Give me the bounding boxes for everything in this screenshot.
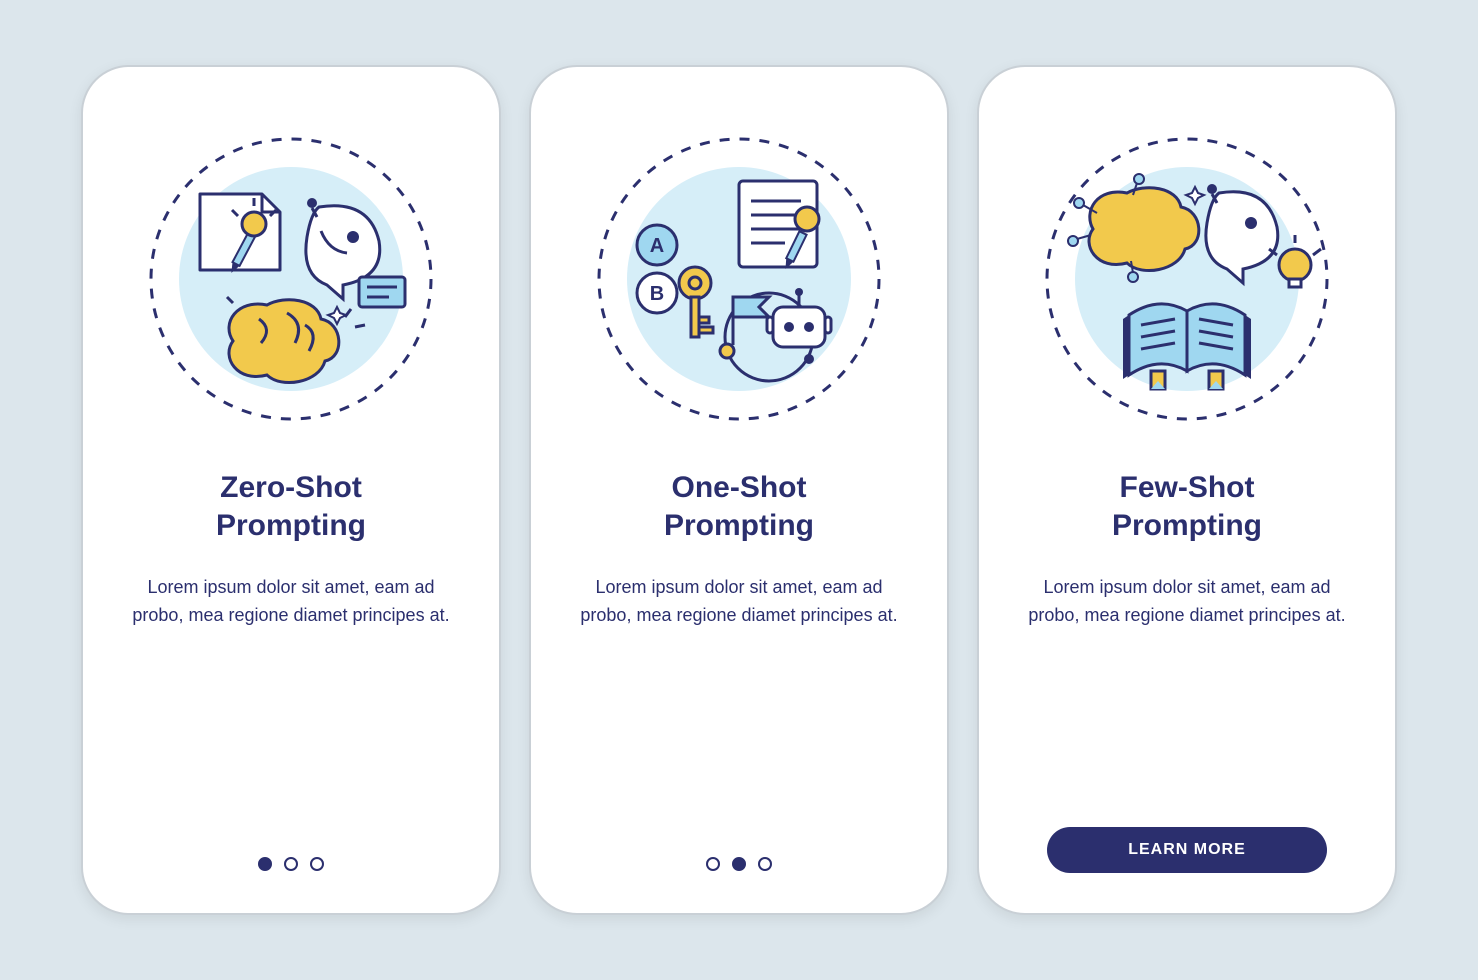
onboarding-screen-3: Few-Shot Prompting Lorem ipsum dolor sit… [977,65,1397,915]
screen-description: Lorem ipsum dolor sit amet, eam ad probo… [1027,574,1347,630]
illustration-few-shot [1037,129,1337,429]
onboarding-stage: Zero-Shot Prompting Lorem ipsum dolor si… [81,65,1397,915]
illustration-zero-shot [141,129,441,429]
illustration-svg: A B [589,129,889,429]
pagination-dot-1[interactable] [706,857,720,871]
screen-title: Few-Shot Prompting [1112,469,1262,544]
illustration-svg [1037,129,1337,429]
illustration-svg [141,129,441,429]
pagination-dots [706,857,772,871]
screen-description: Lorem ipsum dolor sit amet, eam ad probo… [579,574,899,630]
pagination-dots [258,857,324,871]
learn-more-button[interactable]: LEARN MORE [1047,827,1327,873]
screen-title: One-Shot Prompting [664,469,814,544]
svg-text:A: A [650,235,664,257]
screen-title: Zero-Shot Prompting [216,469,366,544]
onboarding-screen-1: Zero-Shot Prompting Lorem ipsum dolor si… [81,65,501,915]
svg-text:B: B [650,283,664,305]
pagination-dot-1[interactable] [258,857,272,871]
illustration-one-shot: A B [589,129,889,429]
pagination-dot-3[interactable] [310,857,324,871]
pagination-dot-2[interactable] [732,857,746,871]
onboarding-screen-2: A B [529,65,949,915]
pagination-dot-3[interactable] [758,857,772,871]
screen-description: Lorem ipsum dolor sit amet, eam ad probo… [131,574,451,630]
pagination-dot-2[interactable] [284,857,298,871]
